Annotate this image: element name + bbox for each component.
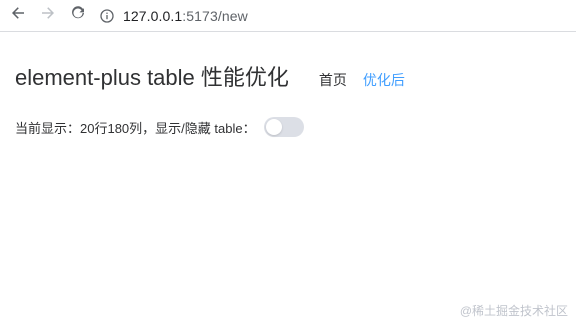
page-content: element-plus table 性能优化 首页 优化后 当前显示：20行1…	[0, 33, 576, 329]
page-title: element-plus table 性能优化	[15, 65, 289, 90]
page-header: element-plus table 性能优化 首页 优化后	[15, 60, 421, 92]
browser-toolbar: 127.0.0.1:5173/new	[0, 0, 576, 32]
watermark: @稀土掘金技术社区	[459, 304, 568, 318]
reload-icon	[70, 5, 86, 26]
table-toggle-switch[interactable]	[263, 117, 304, 137]
control-row: 当前显示：20行180列， 显示/隐藏 table：	[15, 117, 304, 137]
reload-button[interactable]	[66, 4, 90, 28]
url-text[interactable]: 127.0.0.1:5173/new	[123, 8, 248, 24]
back-button[interactable]	[6, 4, 30, 28]
nav-link-optimized[interactable]: 优化后	[363, 70, 405, 90]
info-icon[interactable]	[100, 8, 114, 23]
forward-button[interactable]	[36, 4, 60, 28]
url-path: :5173/new	[182, 7, 248, 24]
url-host: 127.0.0.1	[123, 7, 183, 24]
address-bar[interactable]: 127.0.0.1:5173/new	[100, 4, 248, 28]
status-text: 当前显示：20行180列，	[15, 120, 156, 136]
toggle-label: 显示/隐藏 table：	[155, 120, 256, 136]
back-arrow-icon	[10, 5, 26, 26]
forward-arrow-icon	[40, 5, 56, 26]
switch-knob	[265, 119, 282, 135]
top-nav: 首页 优化后	[319, 70, 421, 90]
nav-link-home[interactable]: 首页	[319, 70, 347, 90]
